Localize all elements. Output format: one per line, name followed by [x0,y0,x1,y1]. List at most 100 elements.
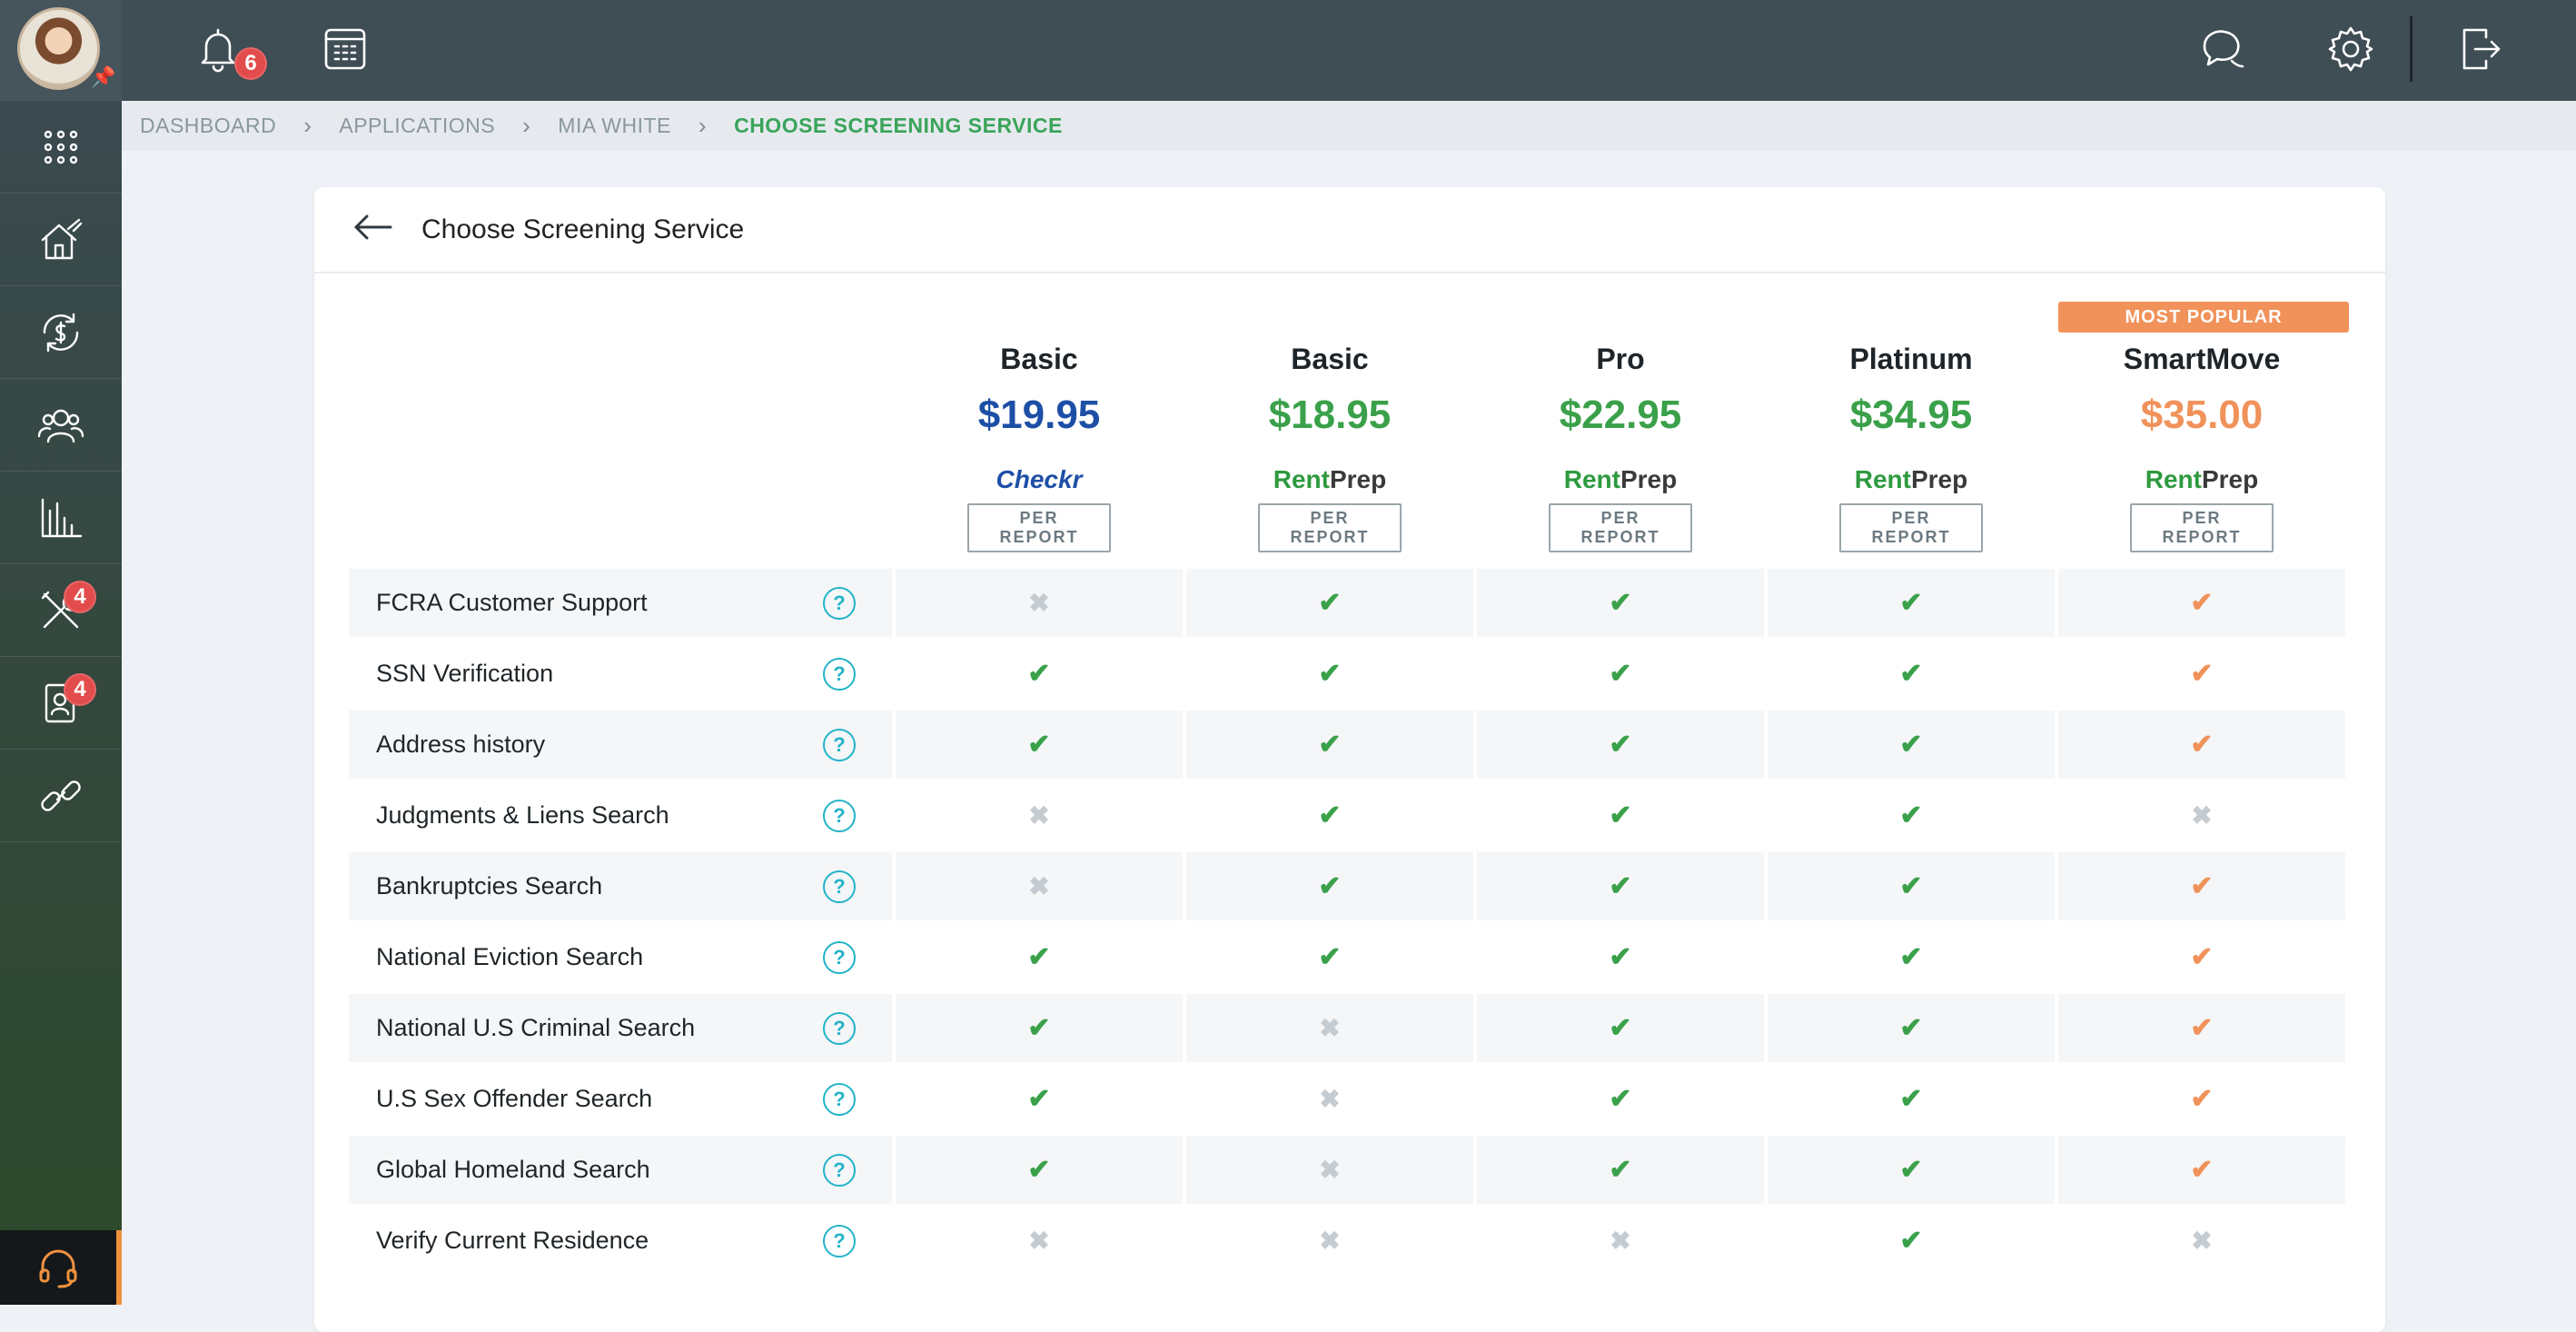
checkr-logo: Checkr [996,465,1083,493]
topbar-divider [2410,16,2413,82]
chat-icon [2203,30,2244,68]
rentprep-logo: RentPrep [1563,465,1678,493]
plan-price: $22.95 [1559,393,1682,437]
plan-name: Basic [1000,343,1078,375]
check-icon: ✔ [1477,1136,1764,1204]
feature-row: U.S Sex Offender Search? ✔ ✖ ✔ ✔ ✔ [349,1065,2353,1136]
plan-rentprep-platinum[interactable]: Platinum $34.95 RentPrep PER REPORT [1768,274,2055,552]
feature-label: SSN Verification? [349,640,892,708]
sidebar-item-integrations[interactable] [0,750,122,842]
check-icon: ✔ [1609,659,1632,689]
notifications-button[interactable]: 6 [191,22,267,80]
check-icon: ✔ [1477,711,1764,779]
check-icon: ✔ [896,711,1183,779]
feature-label: Judgments & Liens Search? [349,781,892,850]
check-icon: ✔ [1899,1226,1923,1256]
check-icon: ✔ [2058,994,2345,1062]
cross-icon: ✖ [1186,1136,1473,1204]
calendar-icon [324,28,366,70]
help-icon[interactable]: ? [823,800,856,832]
check-icon: ✔ [896,1136,1183,1204]
check-icon: ✔ [1477,994,1764,1062]
gear-icon [2328,26,2373,72]
sidebar-item-contacts[interactable] [0,379,122,472]
avatar[interactable] [17,7,100,90]
check-icon: ✔ [2058,711,2345,779]
feature-label: Global Homeland Search? [349,1136,892,1204]
rentprep-logo: RentPrep [2145,465,2259,493]
card-header: Choose Screening Service [314,187,2385,273]
feature-label: U.S Sex Offender Search? [349,1065,892,1133]
breadcrumb-current: CHOOSE SCREENING SERVICE [734,114,1063,137]
logout-button[interactable] [2452,22,2507,76]
pin-icon[interactable]: 📌 [91,65,115,89]
chevron-right-icon: › [522,112,531,139]
reports-icon [41,498,83,537]
rentprep-logo: RentPrep [1854,465,1968,493]
cross-icon: ✖ [1319,1085,1341,1113]
sidebar-item-reports[interactable] [0,472,122,564]
check-icon: ✔ [1318,800,1342,830]
plan-price: $34.95 [1849,393,1973,437]
feature-row: National Eviction Search? ✔ ✔ ✔ ✔ ✔ [349,923,2353,994]
feature-row: Global Homeland Search? ✔ ✖ ✔ ✔ ✔ [349,1136,2353,1207]
cross-icon: ✖ [1186,994,1473,1062]
calendar-button[interactable] [318,22,372,76]
notifications-badge: 6 [234,47,267,80]
help-icon[interactable]: ? [823,729,856,761]
help-icon[interactable]: ? [823,1225,856,1257]
feature-label: National U.S Criminal Search? [349,994,892,1062]
chat-button[interactable] [2195,22,2249,76]
sidebar-item-payments[interactable] [0,286,122,379]
sidebar-item-apps[interactable] [0,101,122,194]
per-report-tag: PER REPORT [1258,503,1402,552]
check-icon: ✔ [1477,852,1764,920]
check-icon: ✔ [1899,1084,1923,1114]
check-icon: ✔ [1768,1136,2055,1204]
breadcrumb-dashboard[interactable]: DASHBOARD [140,114,276,138]
feature-label: Verify Current Residence? [349,1207,892,1275]
sidebar-item-properties[interactable] [0,194,122,286]
plan-rentprep-pro[interactable]: Pro $22.95 RentPrep PER REPORT [1477,274,1764,552]
feature-row: Judgments & Liens Search? ✖ ✔ ✔ ✔ ✖ [349,781,2353,852]
sidebar-item-maintenance[interactable]: 4 [0,564,122,657]
features-table: FCRA Customer Support? ✖ ✔ ✔ ✔ ✔ SSN Verificat… [349,569,2353,1277]
help-icon[interactable]: ? [823,1083,856,1116]
settings-button[interactable] [2323,22,2378,76]
check-icon: ✔ [1899,800,1923,830]
plan-price: $35.00 [2140,393,2264,437]
help-icon[interactable]: ? [823,941,856,974]
back-button[interactable] [351,209,394,250]
cross-icon: ✖ [1028,1227,1050,1255]
check-icon: ✔ [896,994,1183,1062]
help-icon[interactable]: ? [823,658,856,691]
plan-name: Basic [1291,343,1369,375]
plan-smartmove[interactable]: MOST POPULAR SmartMove $35.00 RentPrep P… [2058,274,2349,552]
properties-icon [41,218,83,259]
logout-icon [2462,28,2501,70]
help-icon[interactable]: ? [823,587,856,620]
headset-icon [39,1249,77,1288]
integrations-icon [41,780,81,811]
help-icon[interactable]: ? [823,870,856,903]
support-button[interactable] [0,1230,122,1305]
topbar: 6 [122,0,2576,101]
apps-grid-icon [44,130,78,164]
plan-name: Pro [1596,343,1645,375]
per-report-tag: PER REPORT [967,503,1111,552]
applications-badge: 4 [64,673,96,706]
breadcrumb-applicant[interactable]: MIA WHITE [558,114,671,138]
breadcrumb-applications[interactable]: APPLICATIONS [339,114,495,138]
page-title: Choose Screening Service [421,214,745,244]
feature-row: Bankruptcies Search? ✖ ✔ ✔ ✔ ✔ [349,852,2353,923]
sidebar-item-applications[interactable]: 4 [0,657,122,750]
feature-label: Address history? [349,711,892,779]
help-icon[interactable]: ? [823,1154,856,1187]
check-icon: ✔ [2190,1084,2214,1114]
check-icon: ✔ [2190,942,2214,972]
plan-checkr-basic[interactable]: Basic $19.95 Checkr PER REPORT [896,274,1183,552]
plan-rentprep-basic[interactable]: Basic $18.95 RentPrep PER REPORT [1186,274,1473,552]
per-report-tag: PER REPORT [1549,503,1692,552]
profile-area[interactable]: 📌 [0,0,122,101]
help-icon[interactable]: ? [823,1012,856,1045]
